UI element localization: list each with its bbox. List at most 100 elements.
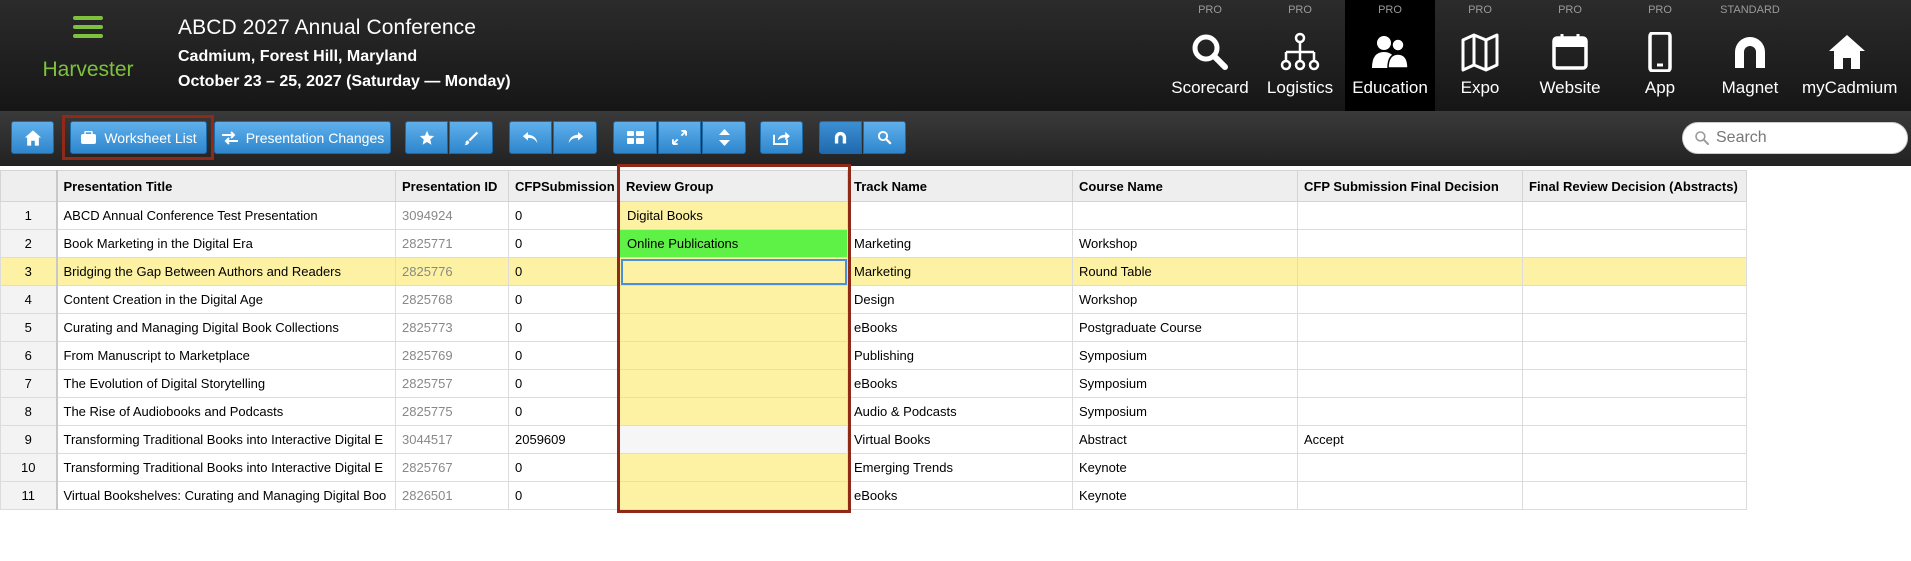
- final-review-decision-cell[interactable]: [1522, 229, 1747, 258]
- column-header-final-review-decision[interactable]: Final Review Decision (Abstracts): [1522, 170, 1747, 202]
- module-expo[interactable]: PRO Expo: [1435, 0, 1525, 111]
- presentation-changes-button[interactable]: Presentation Changes: [214, 121, 391, 154]
- cfp-submission-cell[interactable]: 0: [508, 201, 620, 230]
- table-row[interactable]: 6 From Manuscript to Marketplace 2825769 0 P…: [0, 341, 1747, 370]
- presentation-id-cell[interactable]: 2825771: [395, 229, 509, 258]
- final-review-decision-cell[interactable]: [1522, 313, 1747, 342]
- cfp-submission-cell[interactable]: 0: [508, 453, 620, 482]
- review-group-cell[interactable]: [619, 481, 848, 510]
- worksheet-list-button[interactable]: Worksheet List: [70, 121, 207, 154]
- presentation-title-cell[interactable]: From Manuscript to Marketplace: [56, 341, 396, 370]
- track-name-cell[interactable]: Audio & Podcasts: [847, 397, 1073, 426]
- table-row[interactable]: 10 Transforming Traditional Books into In…: [0, 453, 1747, 482]
- presentation-title-cell[interactable]: ABCD Annual Conference Test Presentation: [56, 201, 396, 230]
- view-toggle-button[interactable]: [613, 121, 657, 154]
- favorite-button[interactable]: [405, 121, 448, 154]
- presentation-title-cell[interactable]: Book Marketing in the Digital Era: [56, 229, 396, 258]
- table-row[interactable]: 11 Virtual Bookshelves: Curating and Mana…: [0, 481, 1747, 510]
- final-review-decision-cell[interactable]: [1522, 397, 1747, 426]
- expand-button[interactable]: [658, 121, 701, 154]
- table-row[interactable]: 7 The Evolution of Digital Storytelling 28…: [0, 369, 1747, 398]
- review-group-cell[interactable]: [619, 397, 848, 426]
- track-name-cell[interactable]: Publishing: [847, 341, 1073, 370]
- review-group-cell[interactable]: [619, 425, 848, 454]
- column-header-presentation-title[interactable]: Presentation Title: [56, 170, 396, 202]
- track-name-cell[interactable]: Emerging Trends: [847, 453, 1073, 482]
- table-row[interactable]: 2 Book Marketing in the Digital Era 282577…: [0, 229, 1747, 258]
- final-review-decision-cell[interactable]: [1522, 285, 1747, 314]
- module-logistics[interactable]: PRO Logistics: [1255, 0, 1345, 111]
- course-name-cell[interactable]: Round Table: [1072, 257, 1298, 286]
- app-logo[interactable]: Harvester: [28, 14, 148, 94]
- sort-button[interactable]: [702, 121, 746, 154]
- cfp-submission-cell[interactable]: 0: [508, 313, 620, 342]
- track-name-cell[interactable]: Design: [847, 285, 1073, 314]
- edit-button[interactable]: [449, 121, 493, 154]
- table-row[interactable]: 1 ABCD Annual Conference Test Presentatio…: [0, 201, 1747, 230]
- track-name-cell[interactable]: eBooks: [847, 369, 1073, 398]
- cfp-final-decision-cell[interactable]: [1297, 453, 1523, 482]
- table-row[interactable]: 8 The Rise of Audiobooks and Podcasts 2825…: [0, 397, 1747, 426]
- course-name-cell[interactable]: Keynote: [1072, 481, 1298, 510]
- cfp-final-decision-cell[interactable]: [1297, 285, 1523, 314]
- track-name-cell[interactable]: eBooks: [847, 481, 1073, 510]
- cfp-submission-cell[interactable]: 2059609: [508, 425, 620, 454]
- home-button[interactable]: [11, 121, 54, 154]
- column-header-track-name[interactable]: Track Name: [847, 170, 1073, 202]
- course-name-cell[interactable]: Abstract: [1072, 425, 1298, 454]
- search-box[interactable]: [1682, 122, 1908, 154]
- cfp-final-decision-cell[interactable]: [1297, 369, 1523, 398]
- review-group-cell[interactable]: [619, 313, 848, 342]
- presentation-id-cell[interactable]: 3044517: [395, 425, 509, 454]
- module-app[interactable]: PRO App: [1615, 0, 1705, 111]
- redo-button[interactable]: [553, 121, 597, 154]
- cfp-final-decision-cell[interactable]: [1297, 313, 1523, 342]
- presentation-title-cell[interactable]: Content Creation in the Digital Age: [56, 285, 396, 314]
- presentation-title-cell[interactable]: Virtual Bookshelves: Curating and Managi…: [56, 481, 396, 510]
- column-header-course-name[interactable]: Course Name: [1072, 170, 1298, 202]
- magnet-button[interactable]: [819, 121, 862, 154]
- final-review-decision-cell[interactable]: [1522, 257, 1747, 286]
- review-group-cell[interactable]: Digital Books: [619, 201, 848, 230]
- cfp-submission-cell[interactable]: 0: [508, 341, 620, 370]
- track-name-cell[interactable]: Marketing: [847, 229, 1073, 258]
- cfp-submission-cell[interactable]: 0: [508, 397, 620, 426]
- cfp-submission-cell[interactable]: 0: [508, 481, 620, 510]
- course-name-cell[interactable]: Workshop: [1072, 285, 1298, 314]
- presentation-id-cell[interactable]: 2825768: [395, 285, 509, 314]
- presentation-id-cell[interactable]: 2826501: [395, 481, 509, 510]
- module-scorecard[interactable]: PRO Scorecard: [1165, 0, 1255, 111]
- cfp-final-decision-cell[interactable]: [1297, 397, 1523, 426]
- presentation-id-cell[interactable]: 2825767: [395, 453, 509, 482]
- course-name-cell[interactable]: Keynote: [1072, 453, 1298, 482]
- table-row[interactable]: 3 Bridging the Gap Between Authors and Re…: [0, 257, 1747, 286]
- review-group-cell[interactable]: Online Publications: [619, 229, 848, 258]
- module-magnet[interactable]: STANDARD Magnet: [1705, 0, 1795, 111]
- course-name-cell[interactable]: Symposium: [1072, 369, 1298, 398]
- cfp-final-decision-cell[interactable]: [1297, 341, 1523, 370]
- cfp-submission-cell[interactable]: 0: [508, 285, 620, 314]
- cfp-final-decision-cell[interactable]: [1297, 201, 1523, 230]
- module-website[interactable]: PRO Website: [1525, 0, 1615, 111]
- review-group-cell[interactable]: [619, 257, 848, 286]
- presentation-title-cell[interactable]: The Evolution of Digital Storytelling: [56, 369, 396, 398]
- cfp-final-decision-cell[interactable]: [1297, 257, 1523, 286]
- column-header-cfp-submission[interactable]: CFPSubmission: [508, 170, 620, 202]
- module-education[interactable]: PRO Education: [1345, 0, 1435, 111]
- final-review-decision-cell[interactable]: [1522, 201, 1747, 230]
- track-name-cell[interactable]: Marketing: [847, 257, 1073, 286]
- final-review-decision-cell[interactable]: [1522, 341, 1747, 370]
- track-name-cell[interactable]: eBooks: [847, 313, 1073, 342]
- table-row[interactable]: 4 Content Creation in the Digital Age 2825…: [0, 285, 1747, 314]
- presentation-id-cell[interactable]: 2825775: [395, 397, 509, 426]
- presentation-id-cell[interactable]: 2825773: [395, 313, 509, 342]
- final-review-decision-cell[interactable]: [1522, 425, 1747, 454]
- course-name-cell[interactable]: [1072, 201, 1298, 230]
- course-name-cell[interactable]: Postgraduate Course: [1072, 313, 1298, 342]
- export-button[interactable]: [760, 121, 803, 154]
- column-header-review-group[interactable]: Review Group: [619, 170, 848, 202]
- course-name-cell[interactable]: Symposium: [1072, 341, 1298, 370]
- track-name-cell[interactable]: Virtual Books: [847, 425, 1073, 454]
- cfp-final-decision-cell[interactable]: [1297, 481, 1523, 510]
- presentation-id-cell[interactable]: 2825769: [395, 341, 509, 370]
